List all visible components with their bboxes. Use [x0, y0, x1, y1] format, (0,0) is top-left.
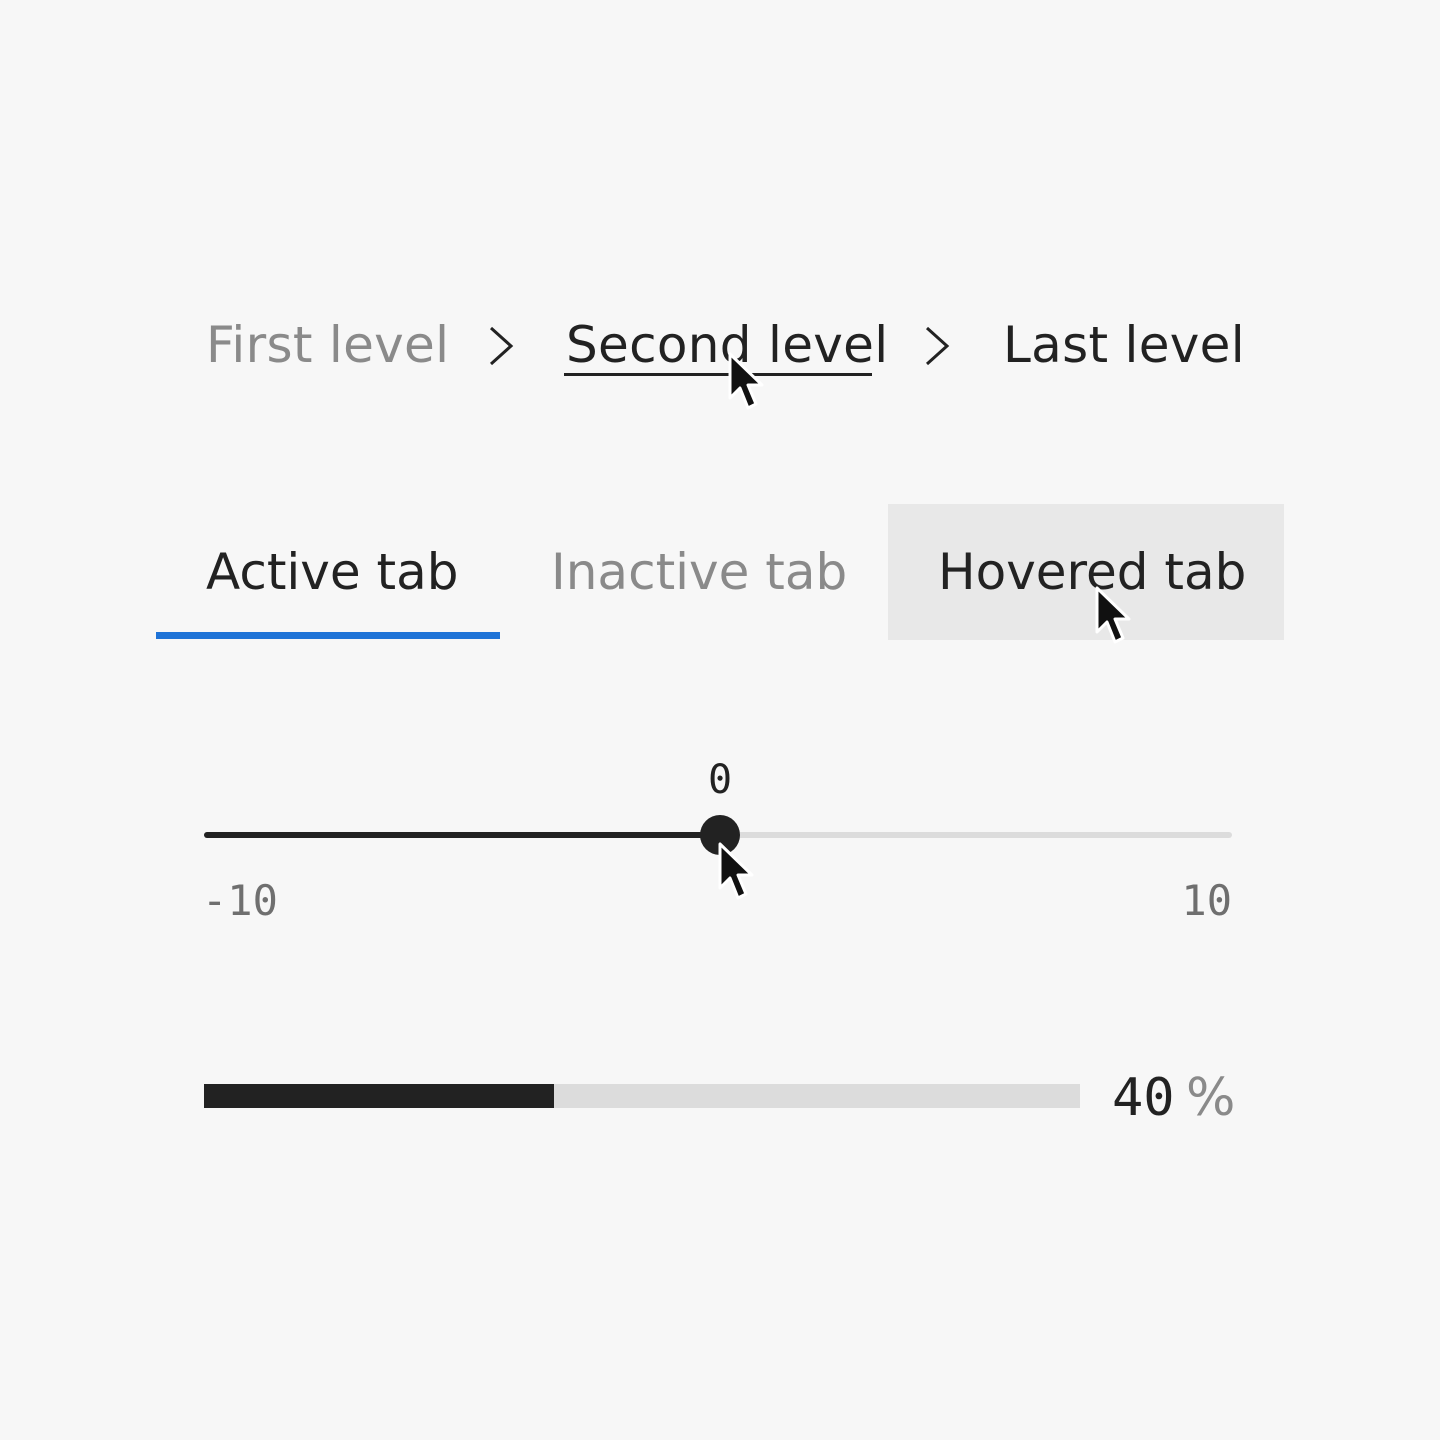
- active-tab-indicator: [156, 632, 500, 639]
- tab-hovered-label: Hovered tab: [938, 543, 1247, 601]
- slider-max-label: 10: [1181, 876, 1232, 925]
- slider-min-label: -10: [202, 876, 278, 925]
- slider-value-label: 0: [707, 757, 733, 803]
- tab-active[interactable]: Active tab: [206, 541, 459, 603]
- chevron-right-icon: [489, 326, 514, 366]
- breadcrumb-item-first-level[interactable]: First level: [206, 314, 449, 376]
- slider-fill: [204, 832, 720, 838]
- breadcrumb-hover-underline: [564, 373, 872, 376]
- progress-unit: %: [1186, 1068, 1236, 1128]
- breadcrumb-item-second-level[interactable]: Second level: [566, 314, 888, 376]
- breadcrumb-item-last-level: Last level: [1003, 316, 1245, 374]
- tab-inactive[interactable]: Inactive tab: [551, 541, 847, 603]
- progress-fill: [204, 1084, 555, 1108]
- progress-value: 40: [1112, 1068, 1175, 1128]
- slider-thumb[interactable]: [700, 815, 740, 855]
- chevron-right-icon: [925, 326, 950, 366]
